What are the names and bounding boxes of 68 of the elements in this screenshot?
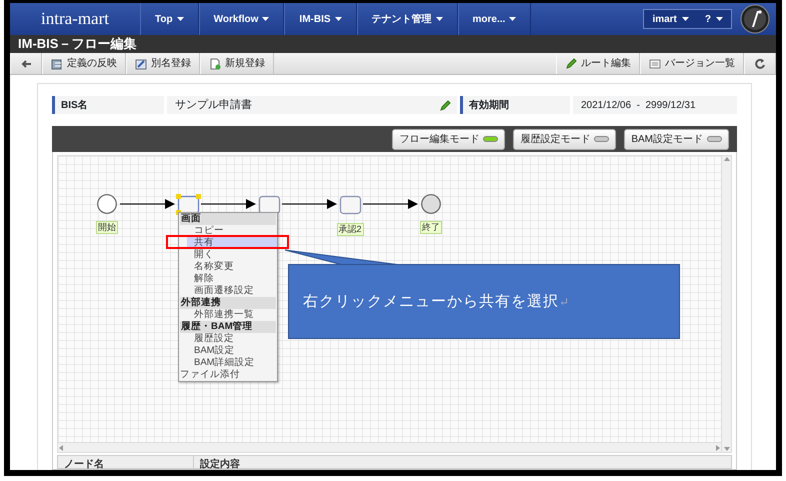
menu-item[interactable]: ファイル添付 [179, 369, 277, 381]
toolbar-button[interactable]: 定義の反映 [42, 53, 126, 74]
toolbar-button[interactable]: 別名登録 [126, 53, 200, 74]
column-header: 設定内容 [198, 457, 241, 468]
node-label: 承認2 [336, 223, 364, 236]
scroll-left-icon [58, 444, 64, 450]
user-menu[interactable]: imart [644, 10, 697, 28]
caret-icon [436, 17, 443, 21]
menu-item[interactable]: 履歴設定 [187, 333, 277, 345]
callout-text: 右クリックメニューから共有を選択 [303, 291, 559, 312]
start-node[interactable] [97, 193, 117, 215]
mode-button[interactable]: BAM設定モード [624, 128, 729, 150]
menu-section-header: 外部連携 [180, 297, 276, 309]
caret-icon [509, 17, 516, 21]
scroll-right-icon [715, 444, 721, 450]
end-node[interactable] [421, 193, 441, 215]
horizontal-scrollbar[interactable] [58, 442, 721, 452]
menu-section-header: 履歴・BAM管理 [180, 321, 276, 333]
scroll-down-icon [724, 446, 730, 452]
vertical-scrollbar[interactable] [721, 156, 731, 452]
new-document-icon [209, 58, 221, 70]
caret-icon [334, 17, 342, 21]
node-label: 終了 [420, 221, 442, 234]
document-icon [51, 58, 63, 70]
menu-item[interactable]: 開く [187, 249, 277, 261]
refresh-icon [754, 58, 766, 70]
field-label: BIS名 [52, 96, 164, 114]
logo[interactable]: intra-mart [10, 3, 140, 35]
caret-icon [176, 17, 184, 21]
connector-arrow [363, 199, 418, 209]
field-value: サンプル申請書 [175, 98, 252, 113]
column-header: ノード名 [58, 456, 194, 468]
toolbar-button[interactable]: 新規登録 [200, 53, 274, 74]
mode-button[interactable]: 履歴設定モード [513, 128, 616, 150]
caret-icon [682, 17, 689, 21]
menu-item[interactable]: BAM詳細設定 [187, 357, 277, 369]
help-menu[interactable]: ? [696, 10, 731, 28]
selection-handle[interactable] [196, 194, 200, 199]
selection-handle[interactable] [176, 194, 180, 199]
menu-item[interactable]: コピー [187, 225, 277, 237]
pencil-icon [565, 58, 577, 70]
edit-image-icon [135, 58, 147, 70]
pencil-icon [440, 100, 451, 110]
connector-arrow [120, 199, 175, 209]
product-logo-icon [740, 4, 770, 34]
refresh-button[interactable] [744, 53, 776, 74]
menu-item[interactable]: BAM設定 [187, 345, 277, 357]
menu-item[interactable]: 画面遷移設定 [187, 285, 277, 297]
scroll-up-icon [724, 156, 730, 162]
field-value: 2021/12/06 - 2999/12/31 [581, 98, 696, 112]
mode-button[interactable]: フロー編集モード [392, 128, 506, 150]
menu-item[interactable]: 外部連携一覧 [187, 309, 277, 321]
field-label: 有効期間 [460, 96, 570, 114]
menu-item[interactable]: 名称変更 [187, 261, 277, 273]
paragraph-mark: ↵ [559, 294, 570, 310]
list-icon [649, 58, 661, 70]
back-arrow-icon [20, 58, 32, 70]
connector-arrow [282, 199, 337, 209]
toolbar-button[interactable]: ルート編集 [556, 53, 640, 74]
toolbar-button[interactable]: バージョン一覧 [640, 53, 744, 74]
menu-section-header: 画面 [180, 213, 276, 225]
caret-icon [262, 17, 270, 21]
node-label: 開始 [96, 221, 118, 234]
menu-item[interactable]: 解除 [187, 273, 277, 285]
caret-icon [716, 17, 723, 21]
page-title: IM-BIS－フロー編集 [10, 35, 776, 53]
connector-arrow [201, 199, 256, 209]
back-arrow-button[interactable] [10, 53, 42, 74]
